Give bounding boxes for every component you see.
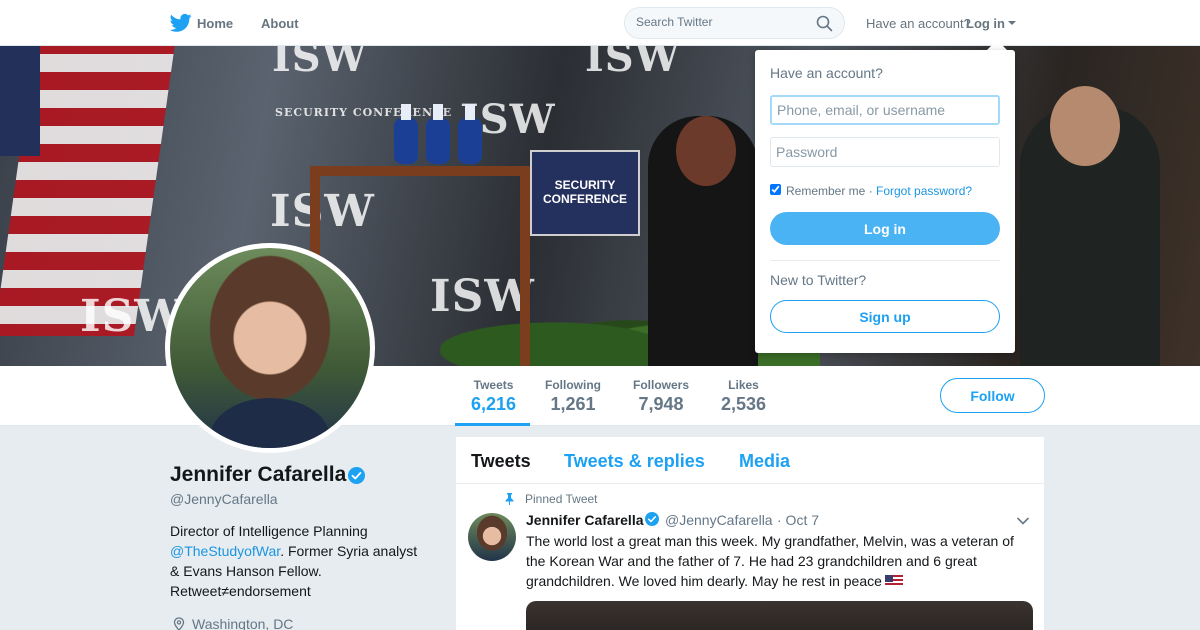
us-flag-emoji-icon	[884, 575, 903, 587]
tweet-timestamp[interactable]: · Oct 7	[777, 512, 819, 528]
remember-me-checkbox[interactable]	[770, 184, 781, 195]
stat-followers[interactable]: Followers 7,948	[633, 378, 689, 415]
stat-value: 1,261	[550, 394, 596, 414]
dropdown-heading: Have an account?	[770, 65, 883, 81]
pin-icon	[505, 493, 514, 505]
location-pin-icon	[173, 617, 185, 630]
signup-button[interactable]: Sign up	[770, 300, 1000, 333]
tweet-text: The world lost a great man this week. My…	[526, 531, 1026, 591]
tab-media[interactable]: Media	[739, 451, 790, 472]
chevron-down-icon[interactable]	[1017, 517, 1029, 525]
profile-location: Washington, DC	[192, 616, 294, 630]
avatar[interactable]	[165, 243, 375, 453]
tab-tweets[interactable]: Tweets	[471, 451, 531, 472]
banner-wall-text: ISW	[585, 46, 681, 81]
profile-name[interactable]: Jennifer Cafarella	[170, 463, 346, 487]
search-box[interactable]	[624, 7, 845, 39]
stat-value: 2,536	[721, 394, 767, 414]
stat-value: 6,216	[471, 394, 517, 414]
nav-home-link[interactable]: Home	[197, 16, 233, 31]
tweet-author-name[interactable]: Jennifer Cafarella	[526, 512, 644, 528]
stat-label: Likes	[728, 378, 759, 392]
podium-sign: SECURITY CONFERENCE	[530, 150, 640, 236]
dropdown-arrow	[987, 40, 1007, 50]
top-navigation: Home About Have an account? Log in	[0, 0, 1200, 46]
profile-bio: Director of Intelligence Planning @TheStu…	[170, 521, 430, 601]
login-button[interactable]: Log in	[770, 212, 1000, 245]
new-to-twitter-text: New to Twitter?	[770, 272, 867, 288]
bio-mention-link[interactable]: @TheStudyofWar	[170, 543, 280, 559]
tweet-author-handle[interactable]: @JennyCafarella	[665, 512, 773, 528]
password-field[interactable]	[770, 137, 1000, 167]
stat-value: 7,948	[638, 394, 684, 414]
tweet-media-image[interactable]	[526, 601, 1033, 630]
login-link[interactable]: Log in	[966, 16, 1005, 31]
tweet-body: The world lost a great man this week. My…	[526, 533, 1014, 589]
profile-handle[interactable]: @JennyCafarella	[170, 491, 278, 507]
water-bottles-image	[394, 104, 482, 164]
follow-button[interactable]: Follow	[940, 378, 1045, 413]
search-input[interactable]	[636, 15, 816, 29]
stat-tweets[interactable]: Tweets 6,216	[471, 378, 516, 415]
verified-badge-icon	[645, 512, 659, 526]
nav-about-link[interactable]: About	[261, 16, 299, 31]
stat-label: Tweets	[473, 378, 514, 392]
bio-text: Director of Intelligence Planning	[170, 523, 368, 539]
stat-label: Followers	[633, 378, 690, 392]
stat-likes[interactable]: Likes 2,536	[721, 378, 766, 415]
verified-badge-icon	[348, 467, 365, 484]
active-stat-underline	[455, 423, 530, 426]
twitter-bird-icon[interactable]	[170, 13, 192, 33]
tab-tweets-replies[interactable]: Tweets & replies	[564, 451, 705, 472]
banner-wall-text: ISW	[272, 46, 368, 81]
chevron-down-icon[interactable]	[1008, 21, 1016, 25]
tweet-avatar[interactable]	[468, 513, 516, 561]
timeline: Tweets Tweets & replies Media Pinned Twe…	[456, 437, 1044, 630]
pinned-tweet-label: Pinned Tweet	[525, 492, 598, 506]
divider	[770, 260, 1000, 261]
search-icon[interactable]	[816, 15, 833, 32]
have-account-text: Have an account?	[866, 16, 971, 31]
forgot-password-link[interactable]: Forgot password?	[876, 184, 972, 198]
timeline-tabs: Tweets Tweets & replies Media	[456, 437, 1044, 484]
stat-label: Following	[545, 378, 601, 392]
stat-following[interactable]: Following 1,261	[545, 378, 601, 415]
username-field[interactable]	[770, 95, 1000, 125]
remember-me-label[interactable]: Remember me ·	[786, 184, 873, 198]
login-dropdown: Have an account? Remember me · Forgot pa…	[755, 50, 1015, 353]
